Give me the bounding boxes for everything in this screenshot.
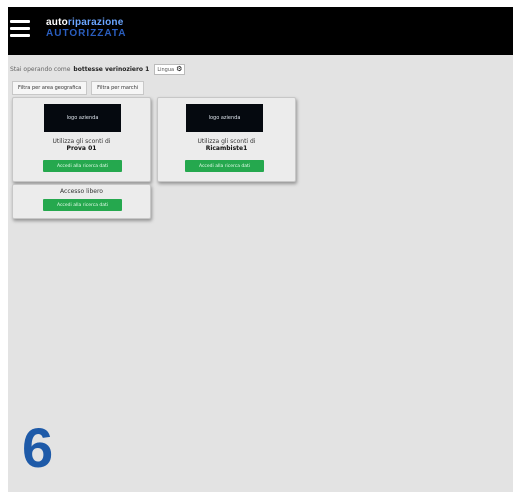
free-access-card: Accesso libero Accedi alla ricerca dati — [12, 184, 151, 219]
card-title: Accesso libero — [60, 188, 103, 195]
filter-brand-button[interactable]: Filtra per marchi — [91, 81, 145, 95]
access-data-button[interactable]: Accedi alla ricerca dati — [43, 199, 122, 211]
user-name: bottesse verinoziero 1 — [73, 66, 150, 73]
app-screen: autoriparazione AUTORIZZATA Stai operand… — [8, 7, 513, 492]
card-company-name: Ricambiste1 — [205, 145, 248, 152]
language-selector[interactable]: Lingua ⚙ — [154, 64, 186, 75]
access-data-button[interactable]: Accedi alla ricerca dati — [185, 160, 264, 172]
logo-line1: autoriparazione — [46, 17, 124, 28]
step-number: 6 — [22, 416, 54, 479]
user-greeting: Stai operando come bottesse verinoziero … — [10, 64, 186, 75]
card-use-text: Utilizza gli sconti di — [197, 138, 256, 145]
filter-bar: Filtra per area geografica Filtra per ma… — [12, 81, 145, 95]
card-use-text: Utilizza gli sconti di — [52, 138, 111, 145]
brand-logo[interactable]: autoriparazione AUTORIZZATA — [46, 17, 138, 41]
access-data-button[interactable]: Accedi alla ricerca dati — [43, 160, 122, 172]
language-label: Lingua — [157, 66, 175, 73]
top-bar: autoriparazione AUTORIZZATA — [8, 7, 513, 55]
company-logo: logo azienda — [186, 104, 263, 132]
logo-line2: AUTORIZZATA — [46, 28, 127, 39]
company-logo: logo azienda — [44, 104, 121, 132]
company-card-1: logo azienda Utilizza gli sconti di Prov… — [12, 97, 151, 182]
hamburger-menu-icon[interactable] — [10, 20, 30, 38]
card-company-name: Prova 01 — [66, 145, 97, 152]
greeting-prefix: Stai operando come — [10, 66, 71, 73]
filter-area-button[interactable]: Filtra per area geografica — [12, 81, 88, 95]
company-card-2: logo azienda Utilizza gli sconti di Rica… — [157, 97, 296, 182]
gear-icon: ⚙ — [176, 65, 183, 73]
